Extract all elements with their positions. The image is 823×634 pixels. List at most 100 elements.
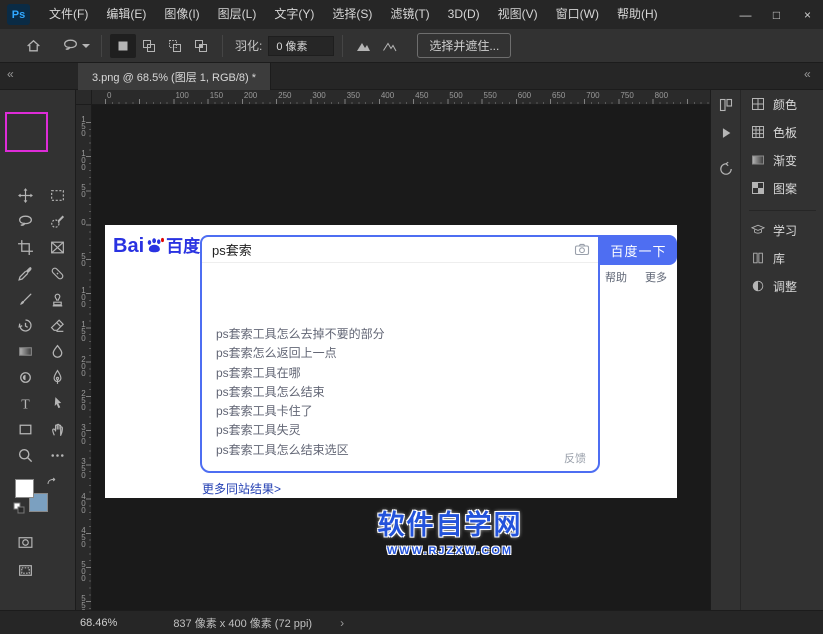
menu-item[interactable]: 图像(I) <box>155 0 208 29</box>
feather-input[interactable]: 0 像素 <box>268 36 334 56</box>
sharp-edge-button[interactable] <box>351 34 377 58</box>
new-selection-button[interactable] <box>110 34 136 58</box>
suggestion-item[interactable]: ps套索怎么返回上一点 <box>202 344 598 363</box>
menu-item[interactable]: 视图(V) <box>489 0 547 29</box>
eyedropper-tool[interactable] <box>13 261 37 285</box>
menu-item[interactable]: 文字(Y) <box>265 0 323 29</box>
menu-item[interactable]: 文件(F) <box>40 0 97 29</box>
move-tool-icon <box>17 187 34 204</box>
more-results-link[interactable]: 更多同站结果> <box>202 480 281 497</box>
close-button[interactable]: × <box>792 0 823 29</box>
ruler-corner <box>76 90 92 105</box>
search-input[interactable]: ps套索 <box>202 237 598 263</box>
panel-tab-swatches[interactable]: 色板 <box>741 118 823 146</box>
foreground-color-swatch[interactable] <box>15 479 34 498</box>
menu-item[interactable]: 窗口(W) <box>547 0 608 29</box>
panel-tab-label: 色板 <box>773 124 797 141</box>
eraser-tool[interactable] <box>45 313 69 337</box>
menu-item[interactable]: 选择(S) <box>323 0 381 29</box>
separator <box>222 35 223 57</box>
maximize-button[interactable]: □ <box>761 0 792 29</box>
edit-toolbar-button[interactable] <box>45 443 69 467</box>
hruler-label: 800 <box>655 91 668 100</box>
add-selection-button[interactable] <box>136 34 162 58</box>
type-tool[interactable]: T <box>13 391 37 415</box>
suggestion-item[interactable]: ps套索工具怎么去掉不要的部分 <box>202 325 598 344</box>
smooth-edge-icon <box>382 38 398 54</box>
separator <box>101 35 102 57</box>
object-selection-tool[interactable] <box>45 209 69 233</box>
camera-icon[interactable] <box>574 242 590 258</box>
collapse-toolbar-icon[interactable]: « <box>7 67 14 81</box>
spot-healing-icon <box>49 265 66 282</box>
rectangle-tool[interactable] <box>13 417 37 441</box>
pen-tool[interactable] <box>45 365 69 389</box>
zoom-tool[interactable] <box>13 443 37 467</box>
dodge-tool[interactable] <box>13 365 37 389</box>
spot-healing-tool[interactable] <box>45 261 69 285</box>
right-panel: 颜色 色板 渐变 图案 学习 库 调整 <box>740 90 823 610</box>
vruler-label: 50 <box>79 252 88 266</box>
suggestion-item[interactable]: ps套索工具怎么结束选区 <box>202 441 598 460</box>
menu-bar: 文件(F)编辑(E)图像(I)图层(L)文字(Y)选择(S)滤镜(T)3D(D)… <box>40 0 667 29</box>
screen-mode-button[interactable] <box>13 558 37 582</box>
history-brush-tool[interactable] <box>13 313 37 337</box>
hruler-label: 200 <box>244 91 257 100</box>
subtract-selection-button[interactable] <box>162 34 188 58</box>
play-icon <box>719 126 733 140</box>
document-image[interactable]: Bai 百度 ps套索 ps套索工具怎么去掉不要的部分ps套索怎么返回上一点ps… <box>105 225 677 498</box>
document-size-info: 837 像素 x 400 像素 (72 ppi) <box>173 615 312 631</box>
quick-mask-button[interactable] <box>13 530 37 554</box>
baidu-nav-link[interactable]: 帮助 <box>605 269 627 285</box>
rectangular-marquee-tool[interactable] <box>45 183 69 207</box>
panel-tab-adjustments[interactable]: 调整 <box>741 272 823 300</box>
move-tool[interactable] <box>13 183 37 207</box>
suggestion-item[interactable]: ps套索工具失灵 <box>202 421 598 440</box>
lasso-tool[interactable] <box>13 209 37 233</box>
photoshop-window: Ps 文件(F)编辑(E)图像(I)图层(L)文字(Y)选择(S)滤镜(T)3D… <box>0 0 823 634</box>
panel-tab-learn[interactable]: 学习 <box>741 216 823 244</box>
home-icon <box>25 37 42 54</box>
menu-item[interactable]: 编辑(E) <box>97 0 155 29</box>
home-button[interactable] <box>22 34 45 57</box>
panel-tab-patterns[interactable]: 图案 <box>741 174 823 202</box>
default-colors-icon[interactable] <box>13 502 25 514</box>
baidu-nav-link[interactable]: 更多 <box>645 269 667 285</box>
minimize-button[interactable]: — <box>730 0 761 29</box>
smooth-edge-button[interactable] <box>377 34 403 58</box>
brush-tool[interactable] <box>13 287 37 311</box>
hand-tool[interactable] <box>45 417 69 441</box>
canvas-pasteboard[interactable]: Bai 百度 ps套索 ps套索工具怎么去掉不要的部分ps套索怎么返回上一点ps… <box>92 105 710 610</box>
gradient-tool[interactable] <box>13 339 37 363</box>
zoom-level-field[interactable]: 68.46% <box>80 617 117 629</box>
panel-tab-label: 颜色 <box>773 96 797 113</box>
actions-panel-button[interactable] <box>715 122 737 144</box>
menu-item[interactable]: 帮助(H) <box>608 0 667 29</box>
suggestion-item[interactable]: ps套索工具在哪 <box>202 364 598 383</box>
frame-tool[interactable] <box>45 235 69 259</box>
suggestion-item[interactable]: ps套索工具怎么结束 <box>202 383 598 402</box>
document-tab[interactable]: 3.png @ 68.5% (图层 1, RGB/8) * <box>78 63 271 90</box>
status-chevron-icon[interactable]: › <box>340 616 344 630</box>
clone-stamp-tool[interactable] <box>45 287 69 311</box>
select-and-mask-button[interactable]: 选择并遮住... <box>417 33 511 58</box>
collapse-panels-icon[interactable]: « <box>804 67 811 81</box>
blur-tool[interactable] <box>45 339 69 363</box>
menu-item[interactable]: 3D(D) <box>439 0 489 29</box>
hruler-label: 250 <box>278 91 291 100</box>
feedback-link[interactable]: 反馈 <box>564 450 586 466</box>
panel-tab-color[interactable]: 颜色 <box>741 90 823 118</box>
path-selection-tool[interactable] <box>45 391 69 415</box>
tool-preset-button[interactable] <box>59 34 93 57</box>
baidu-search-button[interactable]: 百度一下 <box>600 235 677 265</box>
panel-tab-gradients[interactable]: 渐变 <box>741 146 823 174</box>
crop-tool[interactable] <box>13 235 37 259</box>
menu-item[interactable]: 图层(L) <box>209 0 266 29</box>
history-panel-button[interactable] <box>715 158 737 180</box>
properties-panel-button[interactable] <box>715 94 737 116</box>
panel-tab-libraries[interactable]: 库 <box>741 244 823 272</box>
menu-item[interactable]: 滤镜(T) <box>381 0 438 29</box>
suggestion-item[interactable]: ps套索工具卡住了 <box>202 402 598 421</box>
swap-colors-icon[interactable] <box>46 477 58 489</box>
intersect-selection-button[interactable] <box>188 34 214 58</box>
